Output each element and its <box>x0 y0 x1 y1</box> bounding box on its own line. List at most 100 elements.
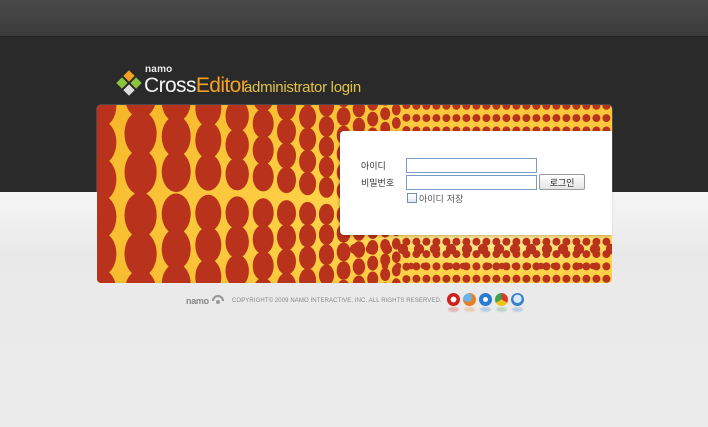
banner-dot <box>532 274 541 283</box>
banner-dot <box>498 262 506 270</box>
banner-dot <box>563 262 571 270</box>
banner-dot <box>161 193 191 235</box>
banner-dot <box>542 114 551 123</box>
footer-logo: namo <box>186 296 209 306</box>
top-strip <box>0 0 708 37</box>
id-input[interactable] <box>406 158 537 173</box>
banner-dot <box>412 274 421 283</box>
logo-product-accent: Editor <box>195 74 248 97</box>
banner-dot <box>589 262 597 270</box>
banner-dot <box>195 194 222 232</box>
banner-dot <box>299 105 317 129</box>
banner-dot <box>394 262 402 270</box>
banner-dot <box>380 107 391 121</box>
banner-dot <box>552 274 561 283</box>
login-button[interactable]: 로그인 <box>539 174 585 190</box>
banner-dot <box>452 262 461 271</box>
banner-dot <box>492 274 501 283</box>
banner-dot <box>349 243 361 255</box>
banner-dot <box>589 243 601 255</box>
banner-dot <box>602 114 611 123</box>
banner-dot <box>252 251 274 281</box>
banner-dot <box>572 114 581 123</box>
crosseditor-logo-icon <box>116 70 142 96</box>
banner-dot <box>407 262 415 270</box>
banner-dot <box>432 114 441 123</box>
remember-id-checkbox[interactable] <box>407 193 417 203</box>
banner-dot <box>582 114 591 123</box>
banner-dot <box>445 243 457 255</box>
banner-dot <box>602 262 610 270</box>
banner-dot <box>502 237 511 246</box>
banner-dot <box>422 274 431 283</box>
banner-dot <box>432 274 441 283</box>
banner-dot <box>512 274 521 283</box>
banner-dot <box>277 200 296 227</box>
banner-dot <box>318 156 335 178</box>
banner-dot <box>502 114 511 123</box>
banner-dot <box>225 196 249 230</box>
banner-dot <box>225 225 249 259</box>
banner-dot <box>336 242 351 262</box>
banner-dot <box>412 114 421 123</box>
banner-dot <box>459 262 467 270</box>
banner-dot <box>318 203 335 225</box>
banner-dot <box>482 274 491 283</box>
banner-dot <box>502 274 511 283</box>
banner-dot <box>582 274 591 283</box>
banner-dot <box>161 228 191 270</box>
banner-dot <box>462 274 471 283</box>
id-label: 아이디 <box>361 162 386 172</box>
banner-dot <box>336 107 351 126</box>
banner-dot <box>252 224 274 255</box>
banner-dot <box>552 114 561 123</box>
banner-dot <box>299 201 317 226</box>
banner-dot <box>557 243 569 255</box>
banner-dot <box>299 246 317 270</box>
banner-dot <box>562 114 571 123</box>
banner-dot <box>381 262 389 270</box>
banner-dot <box>582 262 591 271</box>
banner-dot <box>462 114 471 123</box>
banner-dot <box>562 274 571 283</box>
banner-dot <box>532 114 541 123</box>
banner-dot <box>452 274 461 283</box>
banner-dot <box>550 262 558 270</box>
banner-dot <box>277 224 296 251</box>
banner-dot <box>511 262 519 270</box>
copyright-text: COPYRIGHT© 2009 NAMO INTERACTIVE, INC. A… <box>232 298 442 304</box>
banner-dot <box>446 262 454 270</box>
banner-dot <box>381 243 393 255</box>
banner-dot <box>318 136 335 158</box>
banner-dot <box>299 171 317 196</box>
banner-dot <box>161 151 191 193</box>
namo-logo-icon <box>211 295 225 304</box>
internet-explorer-icon <box>479 293 492 312</box>
banner-dot <box>318 224 335 245</box>
banner-dot <box>522 114 531 123</box>
password-input[interactable] <box>406 175 537 190</box>
banner-dot <box>225 157 249 191</box>
banner-dot <box>582 237 591 246</box>
logo-product-prefix: Cross <box>144 74 196 97</box>
login-panel: 아이디 비밀번호 로그인 아이디 저장 <box>340 131 612 235</box>
banner-dot <box>492 114 501 123</box>
banner-dot <box>472 237 481 246</box>
banner-dot <box>367 111 379 127</box>
banner-dot <box>477 243 489 255</box>
banner-dot <box>195 121 222 159</box>
banner-dot <box>365 243 377 255</box>
banner-dot <box>420 262 428 270</box>
banner-dot <box>318 244 335 266</box>
banner-dot <box>485 262 493 270</box>
banner-dot <box>195 226 222 264</box>
banner-dot <box>195 153 222 191</box>
banner-dot <box>252 108 274 139</box>
banner-dot <box>252 198 274 228</box>
banner-dot <box>368 262 376 270</box>
banner-dot <box>552 237 561 246</box>
banner-dot <box>402 275 411 283</box>
banner-dot <box>493 243 505 255</box>
banner-dot <box>522 274 531 283</box>
safari-icon <box>511 293 524 312</box>
